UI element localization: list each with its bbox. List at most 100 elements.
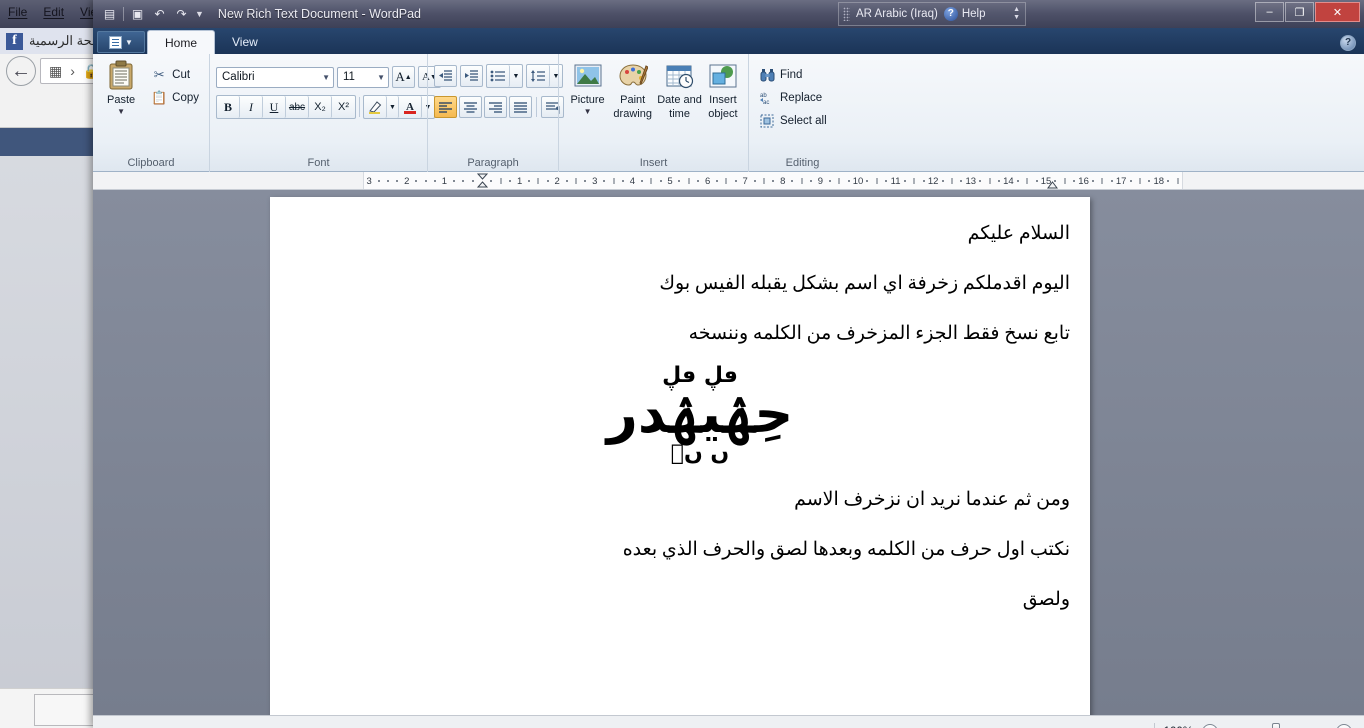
paint-drawing-button[interactable]: Paint drawing (610, 58, 655, 120)
ruler-minor-mark (960, 180, 963, 182)
select-all-label: Select all (780, 114, 827, 127)
menu-item-edit[interactable]: Edit (43, 5, 64, 19)
increase-indent-icon[interactable] (460, 65, 483, 87)
line-spacing-icon[interactable] (527, 65, 550, 87)
copy-icon: 📋 (151, 89, 168, 105)
select-all-button[interactable]: Select all (755, 110, 831, 131)
language-bar-label[interactable]: AR Arabic (Iraq) (856, 8, 938, 20)
zoom-out-button[interactable]: − (1202, 724, 1218, 728)
application-menu-button[interactable]: ▼ (97, 31, 145, 53)
document-line: ولصق (1022, 589, 1070, 610)
close-button[interactable]: ✕ (1315, 2, 1360, 22)
bullet-list-dropdown[interactable]: ▼ (510, 65, 522, 87)
ruler-minor-mark (763, 178, 765, 184)
minimize-button[interactable]: – (1255, 2, 1284, 22)
horizontal-ruler[interactable]: 3 2 1 1 2 3 4 5 6 7 8 9 10 11 12 13 14 15 16 17 18 (93, 172, 1364, 190)
indent-marker[interactable] (477, 173, 488, 189)
browser-left-pane (0, 128, 96, 688)
font-size-combo[interactable]: 11 ▼ (337, 66, 389, 88)
ruler-tick: 1 (441, 175, 448, 187)
align-justify-icon[interactable] (509, 96, 532, 118)
document-line: تابع نسخ فقط الجزء المزخرف من الكلمه ونن… (688, 323, 1070, 344)
language-bar-help[interactable]: ? Help (943, 7, 986, 21)
undo-icon[interactable]: ↶ (151, 6, 168, 23)
highlight-dropdown[interactable]: ▼ (387, 96, 399, 118)
maximize-button[interactable]: ❐ (1285, 2, 1314, 22)
redo-icon[interactable]: ↷ (173, 6, 190, 23)
ruler-minor-mark (913, 178, 915, 184)
zoom-slider-thumb[interactable] (1272, 723, 1280, 728)
ruler-minor-mark (810, 180, 812, 182)
ruler-minor-mark (434, 180, 436, 182)
chevron-down-icon[interactable]: ▼ (584, 108, 592, 116)
language-bar-toggle-icon[interactable]: ▲ ▼ (1013, 6, 1020, 22)
language-bar-help-label[interactable]: Help (962, 8, 986, 20)
document-page[interactable]: السلام عليكم اليوم اقدملكم زخرفة اي اسم … (270, 197, 1090, 715)
document-text[interactable]: السلام عليكم اليوم اقدملكم زخرفة اي اسم … (390, 209, 1070, 625)
help-icon[interactable]: ? (1340, 35, 1356, 51)
strikethrough-button[interactable]: abc (286, 96, 309, 118)
menu-item-file[interactable]: File (8, 5, 27, 19)
cut-button[interactable]: ✂ Cut (147, 64, 203, 85)
tab-view[interactable]: View (215, 30, 275, 54)
date-time-button[interactable]: Date and time (655, 58, 704, 120)
subscript-button[interactable]: X₂ (309, 96, 332, 118)
divider (536, 97, 537, 117)
font-color-icon[interactable]: A (399, 96, 422, 118)
replace-button[interactable]: ab ac Replace (755, 87, 826, 108)
align-right-icon[interactable] (484, 96, 507, 118)
highlight-icon[interactable] (364, 96, 387, 118)
chevron-down-icon[interactable]: ▼ (117, 108, 125, 116)
insert-object-button[interactable]: Insert object (704, 58, 742, 120)
language-bar-grip[interactable] (843, 7, 850, 21)
status-bar: 100% − + (93, 715, 1364, 728)
ruler-tick: 2 (404, 175, 410, 187)
chevron-down-icon[interactable]: ▼ (374, 73, 385, 82)
ruler-minor-mark (998, 180, 1000, 182)
ruler-minor-mark (1139, 178, 1141, 184)
decrease-indent-icon[interactable] (434, 65, 457, 87)
superscript-button[interactable]: X² (332, 96, 355, 118)
ruler-minor-mark (1026, 178, 1028, 184)
ruler-minor-mark (688, 178, 690, 184)
customize-qat-icon[interactable]: ▼ (195, 9, 204, 19)
ruler-minor-mark (866, 180, 869, 182)
bullet-list-icon[interactable] (487, 65, 510, 87)
ruler-minor-mark (1101, 178, 1103, 184)
italic-button[interactable]: I (240, 96, 263, 118)
copy-button[interactable]: 📋 Copy (147, 87, 203, 108)
align-left-icon[interactable] (434, 96, 457, 118)
picture-button[interactable]: Picture ▼ (565, 58, 610, 116)
bold-button[interactable]: B (217, 96, 240, 118)
strikethrough-label: abc (288, 101, 306, 113)
right-indent-marker[interactable] (1047, 173, 1058, 189)
ruler-minor-mark (509, 180, 512, 182)
align-center-icon[interactable] (459, 96, 482, 118)
ruler-minor-mark (904, 180, 906, 182)
ruler-minor-mark (659, 180, 662, 182)
ruler-minor-mark (387, 180, 389, 182)
replace-label: Replace (780, 91, 823, 104)
find-button[interactable]: Find (755, 64, 806, 85)
grow-font-button[interactable]: A ▲ (392, 66, 415, 88)
date-time-label-1: Date and (657, 94, 702, 106)
divider (359, 97, 360, 117)
back-arrow-icon[interactable]: ← (6, 56, 36, 86)
underline-button[interactable]: U (263, 96, 286, 118)
date-time-label-2: time (669, 108, 690, 120)
ruler-minor-mark (462, 180, 465, 182)
tab-home[interactable]: Home (147, 30, 216, 54)
ruler-scale: 3 2 1 1 2 3 4 5 6 7 8 9 10 11 12 13 14 15 16 17 18 (363, 172, 1183, 189)
paste-button[interactable]: Paste ▼ (99, 58, 143, 116)
zoom-in-button[interactable]: + (1336, 724, 1352, 728)
ruler-tick: 9 (817, 175, 824, 187)
save-icon[interactable]: ▣ (129, 6, 146, 23)
insert-object-label-1: Insert (709, 94, 737, 106)
chevron-down-icon[interactable]: ▼ (319, 73, 330, 82)
font-family-combo[interactable]: Calibri ▼ (216, 66, 334, 88)
ruler-minor-mark (697, 180, 700, 182)
document-area[interactable]: السلام عليكم اليوم اقدملكم زخرفة اي اسم … (93, 190, 1364, 715)
language-bar[interactable]: AR Arabic (Iraq) ? Help ▲ ▼ (838, 2, 1026, 26)
screen-root: File Edit View f الصفحة الرسمية ← ▦ › 🔒 (0, 0, 1364, 728)
picture-icon (572, 60, 604, 92)
